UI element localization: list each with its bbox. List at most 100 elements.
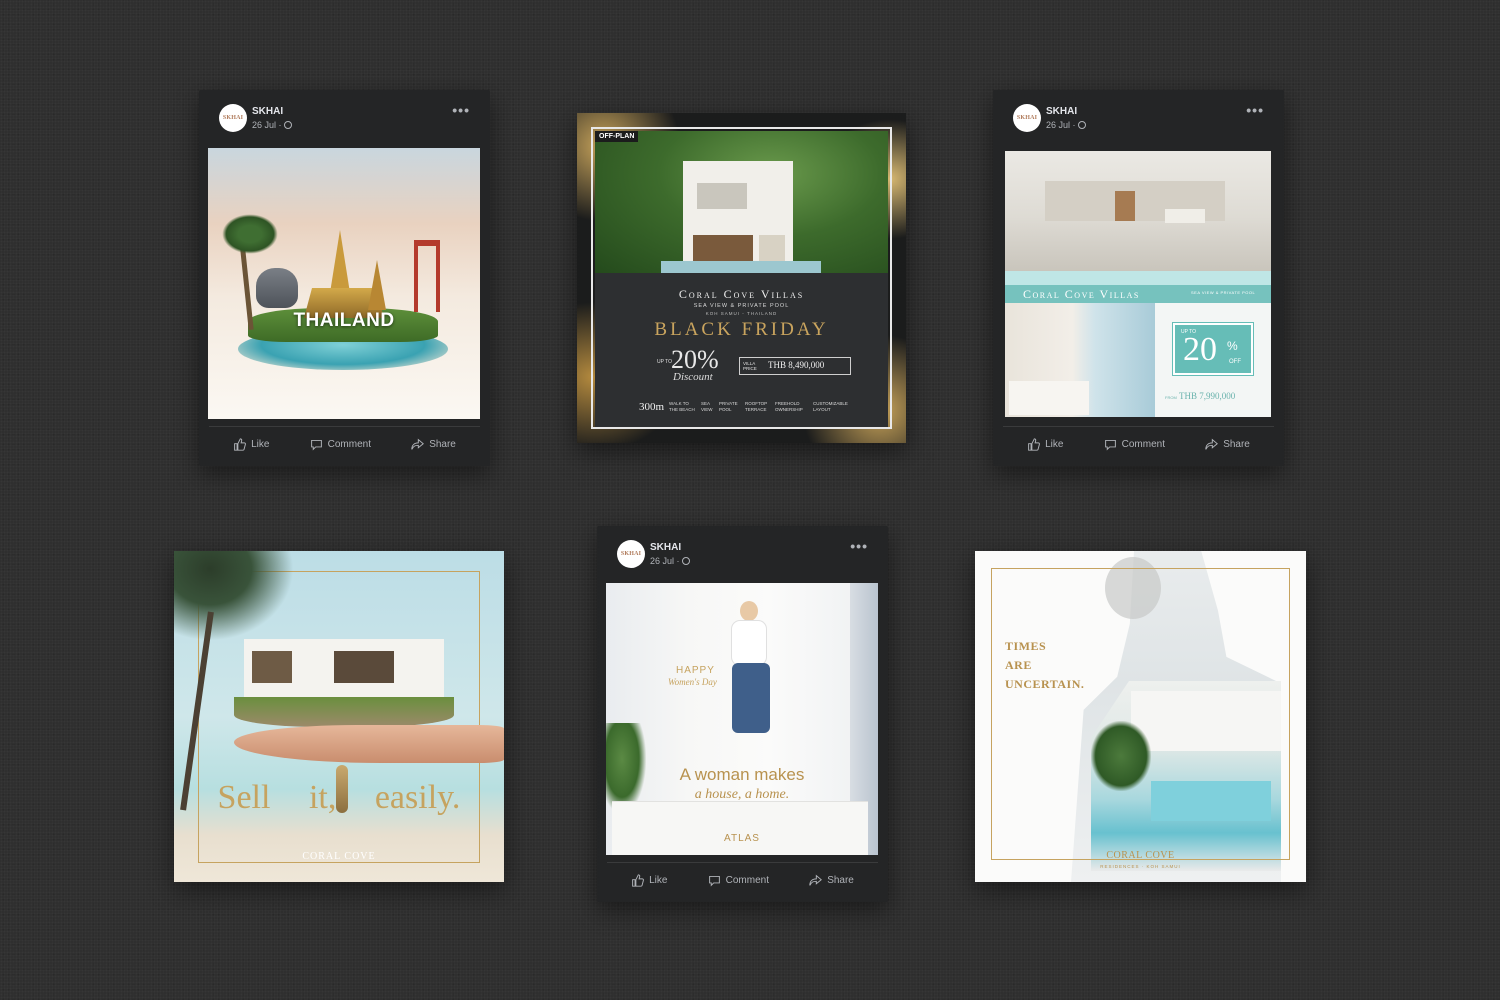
brand-banner: Coral Cove Villas SEA VIEW & PRIVATE POO…	[1005, 285, 1271, 303]
actions-divider	[607, 862, 878, 863]
like-label: Like	[251, 438, 270, 450]
feature-item: ROOFTOP TERRACE	[745, 401, 768, 412]
post-image-times[interactable]: TIMES ARE UNCERTAIN. CORAL COVE RESIDENC…	[975, 551, 1306, 882]
dark-info-area: Coral Cove Villas SEA VIEW & PRIVATE POO…	[595, 273, 888, 427]
share-icon	[411, 438, 425, 450]
brand-subtitle: SEA VIEW & PRIVATE POOL	[693, 303, 790, 309]
off-label: OFF	[1229, 359, 1241, 365]
up-to-label: UP TO	[657, 359, 673, 365]
globe-icon	[681, 557, 690, 565]
post-date[interactable]: 26 Jul ·	[252, 120, 292, 130]
offer-panel: UP TO 20 % OFF FROM THB 7,990,000	[1155, 303, 1271, 417]
thumbs-up-icon	[234, 437, 246, 451]
feature-item: SEA VIEW	[701, 401, 713, 412]
times-line-1: TIMES	[1005, 639, 1047, 653]
price-from-label: FROM	[1165, 395, 1177, 400]
price-value: THB 8,490,000	[768, 360, 825, 370]
post-actions: Like Comment Share	[993, 434, 1284, 454]
price-value: THB 7,990,000	[1179, 391, 1236, 401]
happy-label: HAPPY	[676, 665, 715, 676]
actions-divider	[209, 426, 480, 427]
post-image-thailand[interactable]: THAILAND	[208, 148, 480, 419]
offplan-tag: OFF-PLAN	[595, 131, 639, 142]
price-label: VILLA PRICE	[743, 361, 757, 371]
share-icon	[1205, 438, 1219, 450]
womens-day-label: Women's Day	[668, 677, 717, 687]
more-options-icon[interactable]: •••	[452, 102, 470, 118]
comment-button[interactable]: Comment	[1104, 434, 1165, 454]
times-line-2: ARE	[1005, 658, 1032, 672]
post-image-black-friday[interactable]: OFF-PLAN Coral Cove Villas SEA VIEW & PR…	[577, 113, 906, 443]
thumbs-up-icon	[632, 873, 644, 887]
discount-word: Discount	[673, 371, 713, 383]
post-date[interactable]: 26 Jul ·	[1046, 120, 1086, 130]
post-header: SKHAI SKHAI 26 Jul · •••	[219, 102, 478, 136]
like-button[interactable]: Like	[1027, 434, 1063, 454]
comment-icon	[1104, 439, 1116, 451]
post-image-sell-it[interactable]: Sell it, easily. CORAL COVE	[174, 551, 504, 882]
house-model	[244, 639, 444, 699]
bedroom-photo	[1005, 303, 1155, 417]
like-label: Like	[1045, 438, 1064, 450]
share-button[interactable]: Share	[1205, 434, 1250, 454]
giant-swing	[414, 240, 440, 312]
sell-it-headline: Sell it, easily.	[217, 779, 461, 816]
post-card-thailand: SKHAI SKHAI 26 Jul · ••• THAILAND Like C…	[199, 90, 490, 466]
elephant	[256, 268, 298, 308]
like-button[interactable]: Like	[233, 434, 269, 454]
teal-pool-band	[1005, 271, 1271, 285]
comment-icon	[310, 439, 322, 451]
thumbs-up-icon	[1028, 437, 1040, 451]
villa-pool	[661, 261, 821, 273]
page-name[interactable]: SKHAI	[650, 542, 681, 553]
more-options-icon[interactable]: •••	[850, 538, 868, 554]
more-options-icon[interactable]: •••	[1246, 102, 1264, 118]
like-button[interactable]: Like	[631, 870, 667, 890]
feature-item: WALK TO THE BEACH	[669, 401, 695, 412]
share-button[interactable]: Share	[411, 434, 456, 454]
post-image-woman[interactable]: HAPPY Women's Day A woman makes a house,…	[606, 583, 878, 855]
brand-sub: RESIDENCES · KOH SAMUI	[1100, 864, 1181, 869]
page-name[interactable]: SKHAI	[1046, 106, 1077, 117]
page-avatar[interactable]: SKHAI	[1013, 104, 1041, 132]
post-header: SKHAI SKHAI 26 Jul · •••	[617, 538, 876, 572]
feature-item: PRIVATE POOL	[719, 401, 738, 412]
globe-icon	[1077, 121, 1086, 129]
palm-leaves	[174, 551, 294, 641]
woman-jumping	[718, 597, 778, 757]
brand-location: KOH SAMUI - THAILAND	[705, 311, 778, 316]
temple-spire-small	[368, 260, 386, 310]
comment-button[interactable]: Comment	[310, 434, 371, 454]
globe-icon	[283, 121, 292, 129]
living-room-photo	[1005, 151, 1271, 271]
woman-subline: a house, a home.	[694, 787, 790, 802]
villa-building	[683, 161, 793, 273]
villa-photo	[595, 131, 888, 273]
post-header: SKHAI SKHAI 26 Jul · •••	[1013, 102, 1272, 136]
share-label: Share	[1223, 438, 1250, 450]
page-avatar[interactable]: SKHAI	[219, 104, 247, 132]
house-grass	[234, 697, 454, 727]
atlas-logo: ATLAS	[724, 833, 760, 844]
times-line-3: UNCERTAIN.	[1005, 677, 1085, 691]
post-date[interactable]: 26 Jul ·	[650, 556, 690, 566]
share-icon	[809, 874, 823, 886]
brand-logo: CORAL COVE	[1106, 850, 1175, 861]
share-button[interactable]: Share	[809, 870, 854, 890]
discount-value: 20	[1183, 331, 1217, 368]
palm-leaves	[222, 214, 278, 254]
page-avatar[interactable]: SKHAI	[617, 540, 645, 568]
black-friday-headline: BLACK FRIDAY	[654, 319, 829, 340]
distance-value: 300m	[639, 401, 665, 413]
comment-button[interactable]: Comment	[708, 870, 769, 890]
page-name[interactable]: SKHAI	[252, 106, 283, 117]
post-card-coral-interior: SKHAI SKHAI 26 Jul · ••• Coral Cove Vill…	[993, 90, 1284, 466]
actions-divider	[1003, 426, 1274, 427]
like-label: Like	[649, 874, 668, 886]
price-box: VILLA PRICE THB 8,490,000	[739, 357, 851, 375]
post-image-coral-interior[interactable]: Coral Cove Villas SEA VIEW & PRIVATE POO…	[1005, 151, 1271, 417]
share-label: Share	[827, 874, 854, 886]
gold-frame	[991, 568, 1290, 860]
brand-title: Coral Cove Villas	[1023, 287, 1140, 301]
comment-label: Comment	[327, 438, 371, 450]
